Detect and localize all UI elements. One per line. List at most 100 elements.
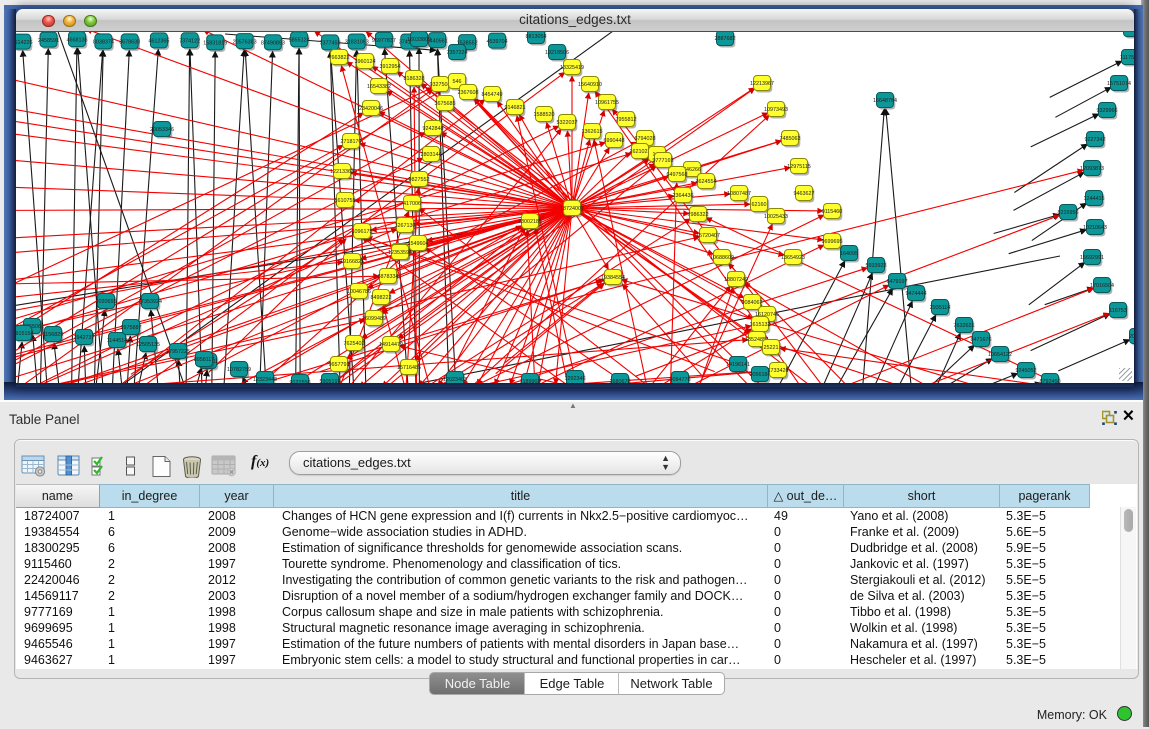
- svg-text:12023403: 12023403: [443, 377, 467, 383]
- svg-text:87490893: 87490893: [261, 41, 285, 47]
- svg-text:7374122: 7374122: [179, 39, 200, 45]
- svg-text:6479197: 6479197: [887, 279, 908, 285]
- svg-text:1156829: 1156829: [43, 332, 64, 338]
- svg-text:12093873: 12093873: [1080, 166, 1104, 172]
- svg-text:7632621: 7632621: [954, 323, 975, 329]
- svg-text:1733426: 1733426: [768, 368, 789, 374]
- svg-text:9245052: 9245052: [1016, 368, 1037, 374]
- svg-text:9474444: 9474444: [906, 291, 927, 297]
- svg-text:2718170: 2718170: [341, 139, 362, 145]
- svg-text:1292346: 1292346: [565, 376, 586, 382]
- svg-text:15640910: 15640910: [578, 82, 602, 88]
- svg-text:17957225: 17957225: [166, 349, 190, 355]
- svg-text:4668136: 4668136: [67, 37, 88, 43]
- svg-text:7357224: 7357224: [447, 50, 468, 56]
- svg-text:204509: 204509: [1129, 334, 1134, 340]
- svg-text:2935114: 2935114: [930, 305, 951, 311]
- svg-text:10973493: 10973493: [764, 107, 788, 113]
- svg-text:20576383: 20576383: [233, 39, 257, 45]
- svg-text:14914479: 14914479: [379, 342, 403, 348]
- svg-text:8498222: 8498222: [371, 295, 392, 301]
- svg-text:1588520: 1588520: [534, 112, 555, 118]
- svg-text:12323448: 12323448: [253, 377, 277, 383]
- svg-text:9327508: 9327508: [430, 82, 451, 88]
- svg-text:16099489: 16099489: [362, 316, 386, 322]
- svg-text:3624554: 3624554: [696, 179, 717, 185]
- svg-text:5933923: 5933923: [866, 263, 887, 269]
- svg-text:10688609: 10688609: [710, 255, 734, 261]
- svg-text:25221: 25221: [764, 345, 779, 351]
- svg-text:9975887: 9975887: [121, 325, 142, 331]
- svg-text:16033809: 16033809: [407, 37, 431, 43]
- svg-text:14196141: 14196141: [726, 362, 750, 368]
- svg-text:7663822: 7663822: [329, 55, 350, 61]
- svg-text:19218506: 19218506: [545, 50, 569, 56]
- svg-text:9121556: 9121556: [290, 380, 311, 383]
- svg-text:17016504: 17016504: [1090, 283, 1114, 289]
- svg-text:7189902: 7189902: [520, 379, 541, 383]
- svg-text:13325419: 13325419: [560, 65, 584, 71]
- svg-text:2020655: 2020655: [96, 299, 117, 305]
- svg-text:16648784: 16648784: [873, 98, 897, 104]
- svg-text:7955812: 7955812: [616, 117, 637, 123]
- svg-text:9227342: 9227342: [1085, 137, 1106, 143]
- svg-text:23420046: 23420046: [359, 106, 383, 112]
- svg-text:96977837: 96977837: [372, 38, 396, 44]
- svg-text:18807249: 18807249: [724, 277, 748, 283]
- svg-text:31831063: 31831063: [345, 40, 369, 46]
- svg-text:1244415: 1244415: [1084, 196, 1105, 202]
- svg-text:10782759: 10782759: [227, 367, 251, 373]
- svg-text:12505135: 12505135: [136, 342, 160, 348]
- svg-text:9115460: 9115460: [822, 209, 843, 215]
- svg-text:7377459: 7377459: [320, 41, 341, 47]
- svg-text:10654122: 10654122: [988, 352, 1012, 358]
- svg-text:12975115: 12975115: [787, 164, 811, 170]
- svg-text:20053346: 20053346: [150, 127, 174, 133]
- svg-text:1125419: 1125419: [1122, 32, 1134, 33]
- svg-text:16543382: 16543382: [367, 84, 391, 90]
- svg-text:3912954: 3912954: [380, 64, 401, 70]
- svg-text:9657791: 9657791: [329, 362, 350, 368]
- svg-text:9827552: 9827552: [409, 177, 430, 183]
- svg-text:7986322: 7986322: [688, 212, 709, 218]
- svg-text:3267130: 3267130: [395, 223, 416, 229]
- svg-text:15692991: 15692991: [1080, 255, 1104, 261]
- svg-text:116753: 116753: [1109, 308, 1127, 314]
- svg-text:8215956: 8215956: [1058, 210, 1079, 216]
- svg-text:10210643: 10210643: [1083, 225, 1107, 231]
- svg-text:5905191: 5905191: [320, 379, 341, 383]
- svg-text:3915154: 3915154: [16, 331, 34, 337]
- svg-text:17353924: 17353924: [138, 299, 162, 305]
- svg-text:10961755: 10961755: [595, 100, 619, 106]
- svg-text:19384554: 19384554: [601, 275, 625, 281]
- svg-text:2887682: 2887682: [715, 36, 736, 42]
- svg-text:3675685: 3675685: [435, 101, 456, 107]
- svg-text:15716485: 15716485: [397, 365, 421, 371]
- svg-text:1362615: 1362615: [582, 129, 603, 135]
- svg-text:9084067: 9084067: [742, 300, 763, 306]
- svg-text:2458591: 2458591: [38, 38, 59, 44]
- svg-text:1610755: 1610755: [335, 198, 356, 204]
- svg-text:15831819: 15831819: [203, 41, 227, 47]
- svg-text:15720407: 15720407: [696, 233, 720, 239]
- svg-text:1117534: 1117534: [1120, 55, 1134, 61]
- svg-text:8471676: 8471676: [971, 337, 992, 343]
- svg-text:1621022: 1621022: [630, 149, 651, 155]
- svg-text:5855124: 5855124: [289, 38, 310, 44]
- svg-text:1680678: 1680678: [610, 379, 631, 383]
- svg-text:23002185: 23002185: [518, 219, 542, 225]
- svg-text:1096175: 1096175: [352, 229, 373, 235]
- svg-text:6794028: 6794028: [635, 136, 656, 142]
- svg-text:546: 546: [453, 79, 462, 85]
- svg-text:15751074: 15751074: [1107, 81, 1131, 87]
- svg-text:8958117: 8958117: [194, 357, 215, 363]
- svg-text:12353594: 12353594: [388, 250, 412, 256]
- svg-text:10046786: 10046786: [347, 289, 371, 295]
- svg-text:9329966: 9329966: [1097, 108, 1118, 114]
- svg-text:2803144: 2803144: [421, 152, 442, 158]
- svg-text:9242848: 9242848: [423, 126, 444, 132]
- svg-text:3678638: 3678638: [119, 40, 140, 46]
- svg-text:12213967: 12213967: [750, 81, 774, 87]
- svg-text:8792450: 8792450: [1040, 379, 1061, 383]
- svg-text:10025433: 10025433: [764, 214, 788, 220]
